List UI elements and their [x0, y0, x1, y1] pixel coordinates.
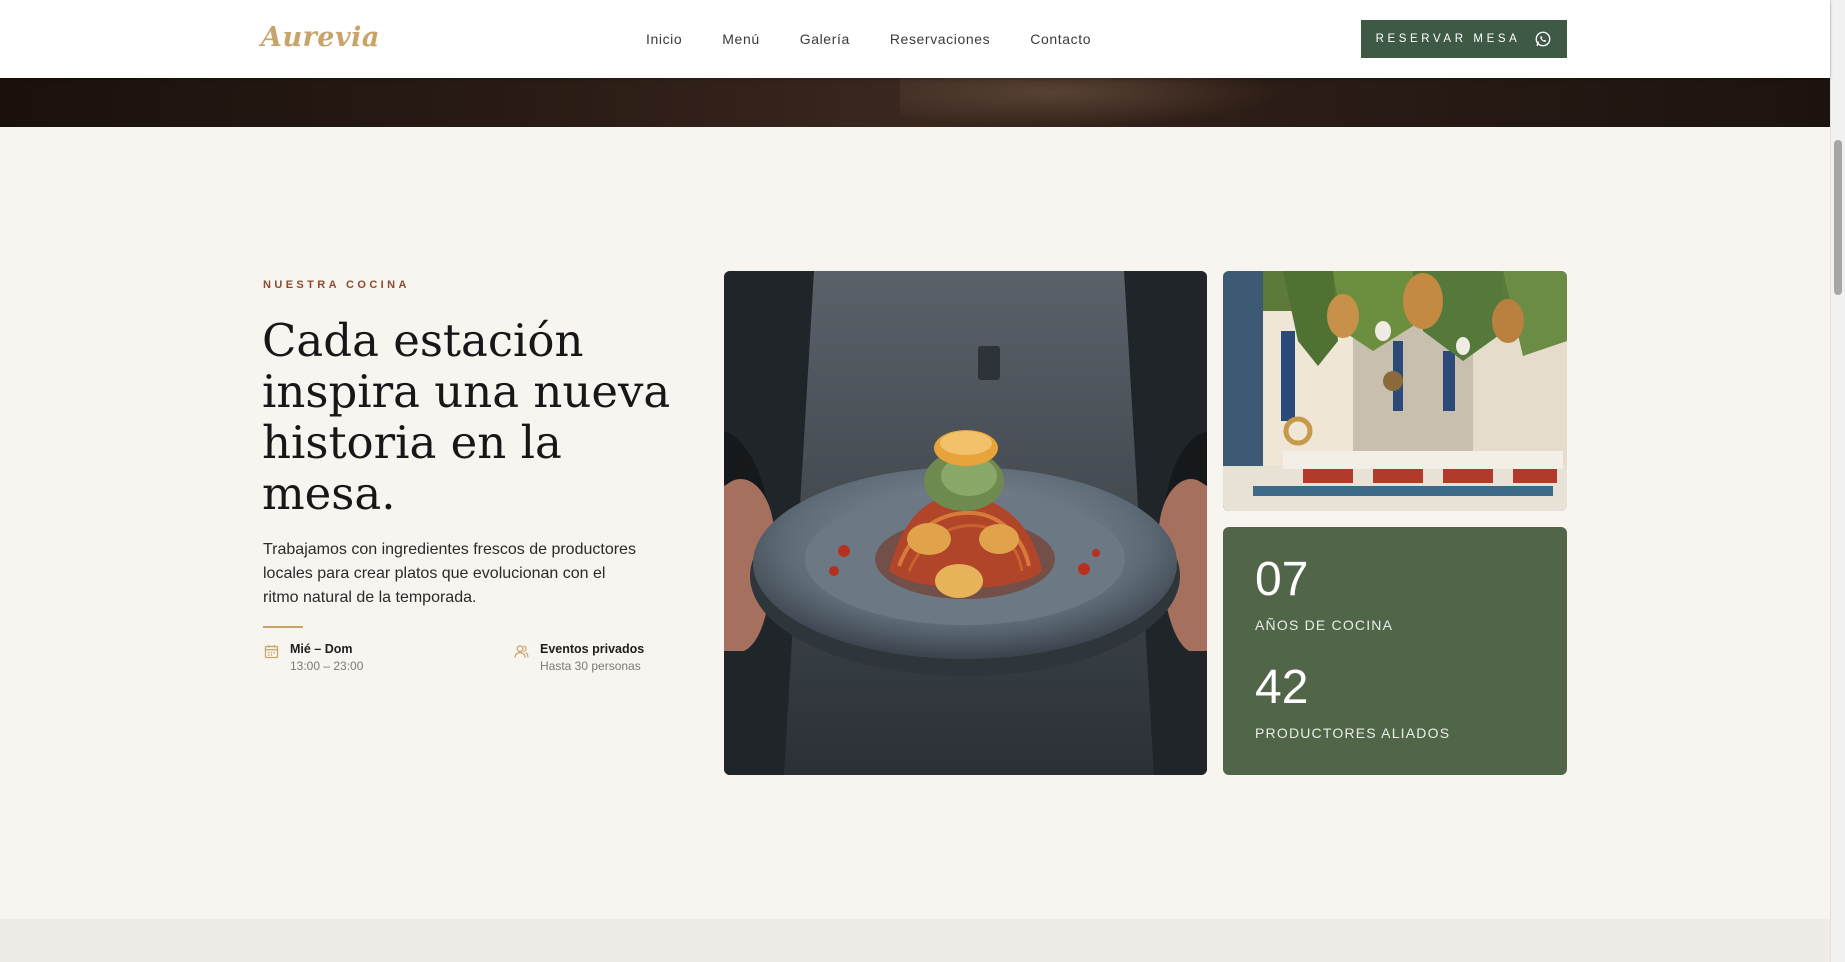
section-description: Trabajamos con ingredientes frescos de p…	[263, 541, 636, 606]
section-eyebrow: NUESTRA COCINA	[263, 279, 410, 291]
nav-link-contacto[interactable]: Contacto	[1030, 31, 1091, 47]
info-hours-title: Mié – Dom	[290, 642, 353, 656]
hero-image-strip	[0, 78, 1830, 127]
reserve-table-button[interactable]: RESERVAR MESA	[1361, 20, 1567, 58]
stat-years-number: 07	[1255, 553, 1309, 606]
main-nav: Inicio Menú Galería Reservaciones Contac…	[646, 31, 1091, 47]
stats-card: 07 AÑOS DE COCINA 42 PRODUCTORES ALIADOS	[1223, 527, 1567, 775]
patio-illustration	[1223, 271, 1567, 511]
dish-photo	[724, 271, 1207, 775]
stat-years-label: AÑOS DE COCINA	[1255, 617, 1394, 633]
info-events-title: Eventos privados	[540, 642, 645, 656]
next-section-band	[0, 919, 1830, 962]
restaurant-patio-photo	[1223, 271, 1567, 511]
scrollbar-thumb[interactable]	[1834, 140, 1842, 295]
nav-link-menu[interactable]: Menú	[722, 31, 759, 47]
info-hours: Mié – Dom 13:00 – 23:00	[263, 642, 363, 673]
stat-producers-number: 42	[1255, 661, 1309, 714]
users-icon	[514, 645, 529, 658]
whatsapp-icon	[1535, 31, 1551, 47]
nav-link-inicio[interactable]: Inicio	[646, 31, 682, 47]
nav-link-galeria[interactable]: Galería	[800, 31, 850, 47]
page-scrollbar[interactable]	[1830, 0, 1845, 962]
info-hours-subtitle: 13:00 – 23:00	[290, 659, 364, 673]
info-events-subtitle: Hasta 30 personas	[540, 659, 641, 673]
site-header: Aurevia Inicio Menú Galería Reservacione…	[0, 0, 1830, 78]
dish-illustration	[724, 271, 1207, 775]
calendar-icon	[264, 645, 279, 659]
accent-divider	[263, 626, 303, 628]
reserve-table-label: RESERVAR MESA	[1375, 33, 1521, 45]
info-events: Eventos privados Hasta 30 personas	[513, 642, 644, 673]
brand-logo[interactable]: Aurevia	[261, 22, 380, 53]
nav-link-reservaciones[interactable]: Reservaciones	[890, 31, 990, 47]
stat-producers-label: PRODUCTORES ALIADOS	[1255, 725, 1451, 741]
section-headline: Cada estación inspira una nueva historia…	[262, 314, 671, 520]
